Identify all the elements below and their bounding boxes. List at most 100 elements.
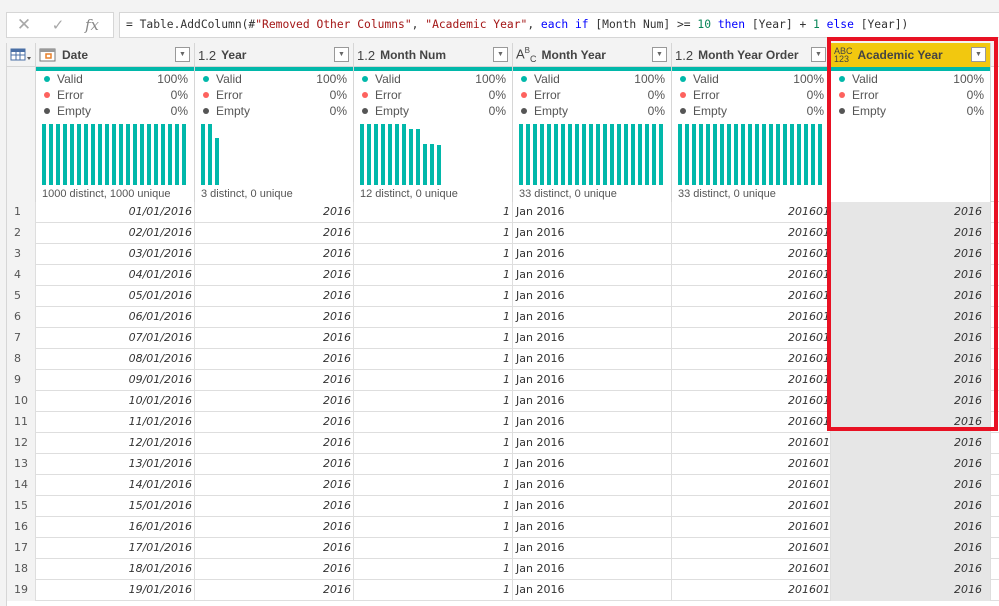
histogram-bar[interactable] [652,124,656,185]
table-row[interactable]: 14 14/01/2016 2016 1 Jan 2016 201601 2016 [7,475,999,496]
cell-year[interactable]: 2016 [195,496,354,517]
histogram-bar[interactable] [56,124,60,185]
cell-academic-year[interactable]: 2016 [831,454,991,475]
row-number[interactable]: 19 [7,580,36,601]
cell-month-year-order[interactable]: 201601 [672,559,831,580]
histogram-bar[interactable] [638,124,642,185]
cell-month-num[interactable]: 1 [354,286,513,307]
cell-academic-year[interactable]: 2016 [831,538,991,559]
histogram-bar[interactable] [699,124,703,185]
cell-month-year[interactable]: Jan 2016 [513,391,672,412]
cell-academic-year[interactable]: 2016 [831,475,991,496]
cell-month-num[interactable]: 1 [354,202,513,223]
cell-academic-year[interactable]: 2016 [831,265,991,286]
histogram-bar[interactable] [582,124,586,185]
histogram-bar[interactable] [215,138,219,185]
cell-month-year-order[interactable]: 201601 [672,538,831,559]
cell-month-year[interactable]: Jan 2016 [513,454,672,475]
cell-month-year-order[interactable]: 201601 [672,580,831,601]
histogram-bar[interactable] [706,124,710,185]
cell-month-num[interactable]: 1 [354,580,513,601]
cell-year[interactable]: 2016 [195,433,354,454]
cell-month-num[interactable]: 1 [354,454,513,475]
histogram-bar[interactable] [395,124,399,185]
cell-month-year-order[interactable]: 201601 [672,412,831,433]
column-header-academic-year[interactable]: ABC 123 Academic Year ▼ [831,43,991,67]
cell-academic-year[interactable]: 2016 [831,391,991,412]
histogram-bar[interactable] [659,124,663,185]
cell-academic-year[interactable]: 2016 [831,559,991,580]
cell-month-year[interactable]: Jan 2016 [513,412,672,433]
histogram-bar[interactable] [360,124,364,185]
cell-month-num[interactable]: 1 [354,307,513,328]
cell-date[interactable]: 09/01/2016 [36,370,195,391]
cell-date[interactable]: 10/01/2016 [36,391,195,412]
cell-month-year[interactable]: Jan 2016 [513,202,672,223]
histogram-bar[interactable] [685,124,689,185]
histogram-bar[interactable] [140,124,144,185]
table-row[interactable]: 13 13/01/2016 2016 1 Jan 2016 201601 2016 [7,454,999,475]
cell-month-year-order[interactable]: 201601 [672,328,831,349]
histogram-bar[interactable] [147,124,151,185]
cell-month-num[interactable]: 1 [354,475,513,496]
histogram-bar[interactable] [208,124,212,185]
cell-month-num[interactable]: 1 [354,328,513,349]
column-header-date[interactable]: Date ▼ [36,43,195,67]
row-number[interactable]: 16 [7,517,36,538]
row-number[interactable]: 7 [7,328,36,349]
histogram-bar[interactable] [617,124,621,185]
cell-date[interactable]: 12/01/2016 [36,433,195,454]
cell-month-num[interactable]: 1 [354,517,513,538]
filter-dropdown-icon[interactable]: ▼ [334,47,349,62]
cell-month-year-order[interactable]: 201601 [672,223,831,244]
cell-date[interactable]: 03/01/2016 [36,244,195,265]
histogram-bar[interactable] [762,124,766,185]
histogram-bar[interactable] [797,124,801,185]
formula-input[interactable]: = Table.AddColumn(#"Removed Other Column… [119,12,999,38]
cell-year[interactable]: 2016 [195,307,354,328]
histogram-bar[interactable] [423,144,427,185]
histogram-bar[interactable] [533,124,537,185]
histogram-bar[interactable] [568,124,572,185]
cell-academic-year[interactable]: 2016 [831,223,991,244]
column-header-month-year-order[interactable]: 1.2 Month Year Order ▼ [672,43,831,67]
histogram-bar[interactable] [63,124,67,185]
cell-date[interactable]: 14/01/2016 [36,475,195,496]
cell-month-year-order[interactable]: 201601 [672,370,831,391]
cell-date[interactable]: 06/01/2016 [36,307,195,328]
cell-month-year-order[interactable]: 201601 [672,202,831,223]
cell-month-num[interactable]: 1 [354,391,513,412]
histogram-bar[interactable] [748,124,752,185]
histogram-bar[interactable] [437,144,441,185]
cell-year[interactable]: 2016 [195,391,354,412]
histogram-bar[interactable] [547,124,551,185]
table-row[interactable]: 1 01/01/2016 2016 1 Jan 2016 201601 2016 [7,202,999,223]
cell-academic-year[interactable]: 2016 [831,328,991,349]
row-number[interactable]: 1 [7,202,36,223]
cell-date[interactable]: 18/01/2016 [36,559,195,580]
histogram-bar[interactable] [526,124,530,185]
cell-month-year-order[interactable]: 201601 [672,517,831,538]
histogram-bar[interactable] [790,124,794,185]
cell-month-year[interactable]: Jan 2016 [513,370,672,391]
cell-month-year-order[interactable]: 201601 [672,475,831,496]
histogram-bar[interactable] [381,124,385,185]
cell-month-year-order[interactable]: 201601 [672,349,831,370]
cell-date[interactable]: 07/01/2016 [36,328,195,349]
histogram-bar[interactable] [98,124,102,185]
histogram-bar[interactable] [692,124,696,185]
row-number[interactable]: 12 [7,433,36,454]
histogram-bar[interactable] [84,124,88,185]
cell-date[interactable]: 11/01/2016 [36,412,195,433]
histogram-bar[interactable] [402,124,406,185]
cell-month-year[interactable]: Jan 2016 [513,307,672,328]
check-icon[interactable]: ✓ [41,16,75,34]
row-number[interactable]: 13 [7,454,36,475]
cell-date[interactable]: 17/01/2016 [36,538,195,559]
row-number[interactable]: 15 [7,496,36,517]
cell-month-num[interactable]: 1 [354,538,513,559]
histogram-bar[interactable] [119,124,123,185]
filter-dropdown-icon[interactable]: ▼ [811,47,826,62]
histogram-bar[interactable] [818,124,822,185]
row-number[interactable]: 17 [7,538,36,559]
